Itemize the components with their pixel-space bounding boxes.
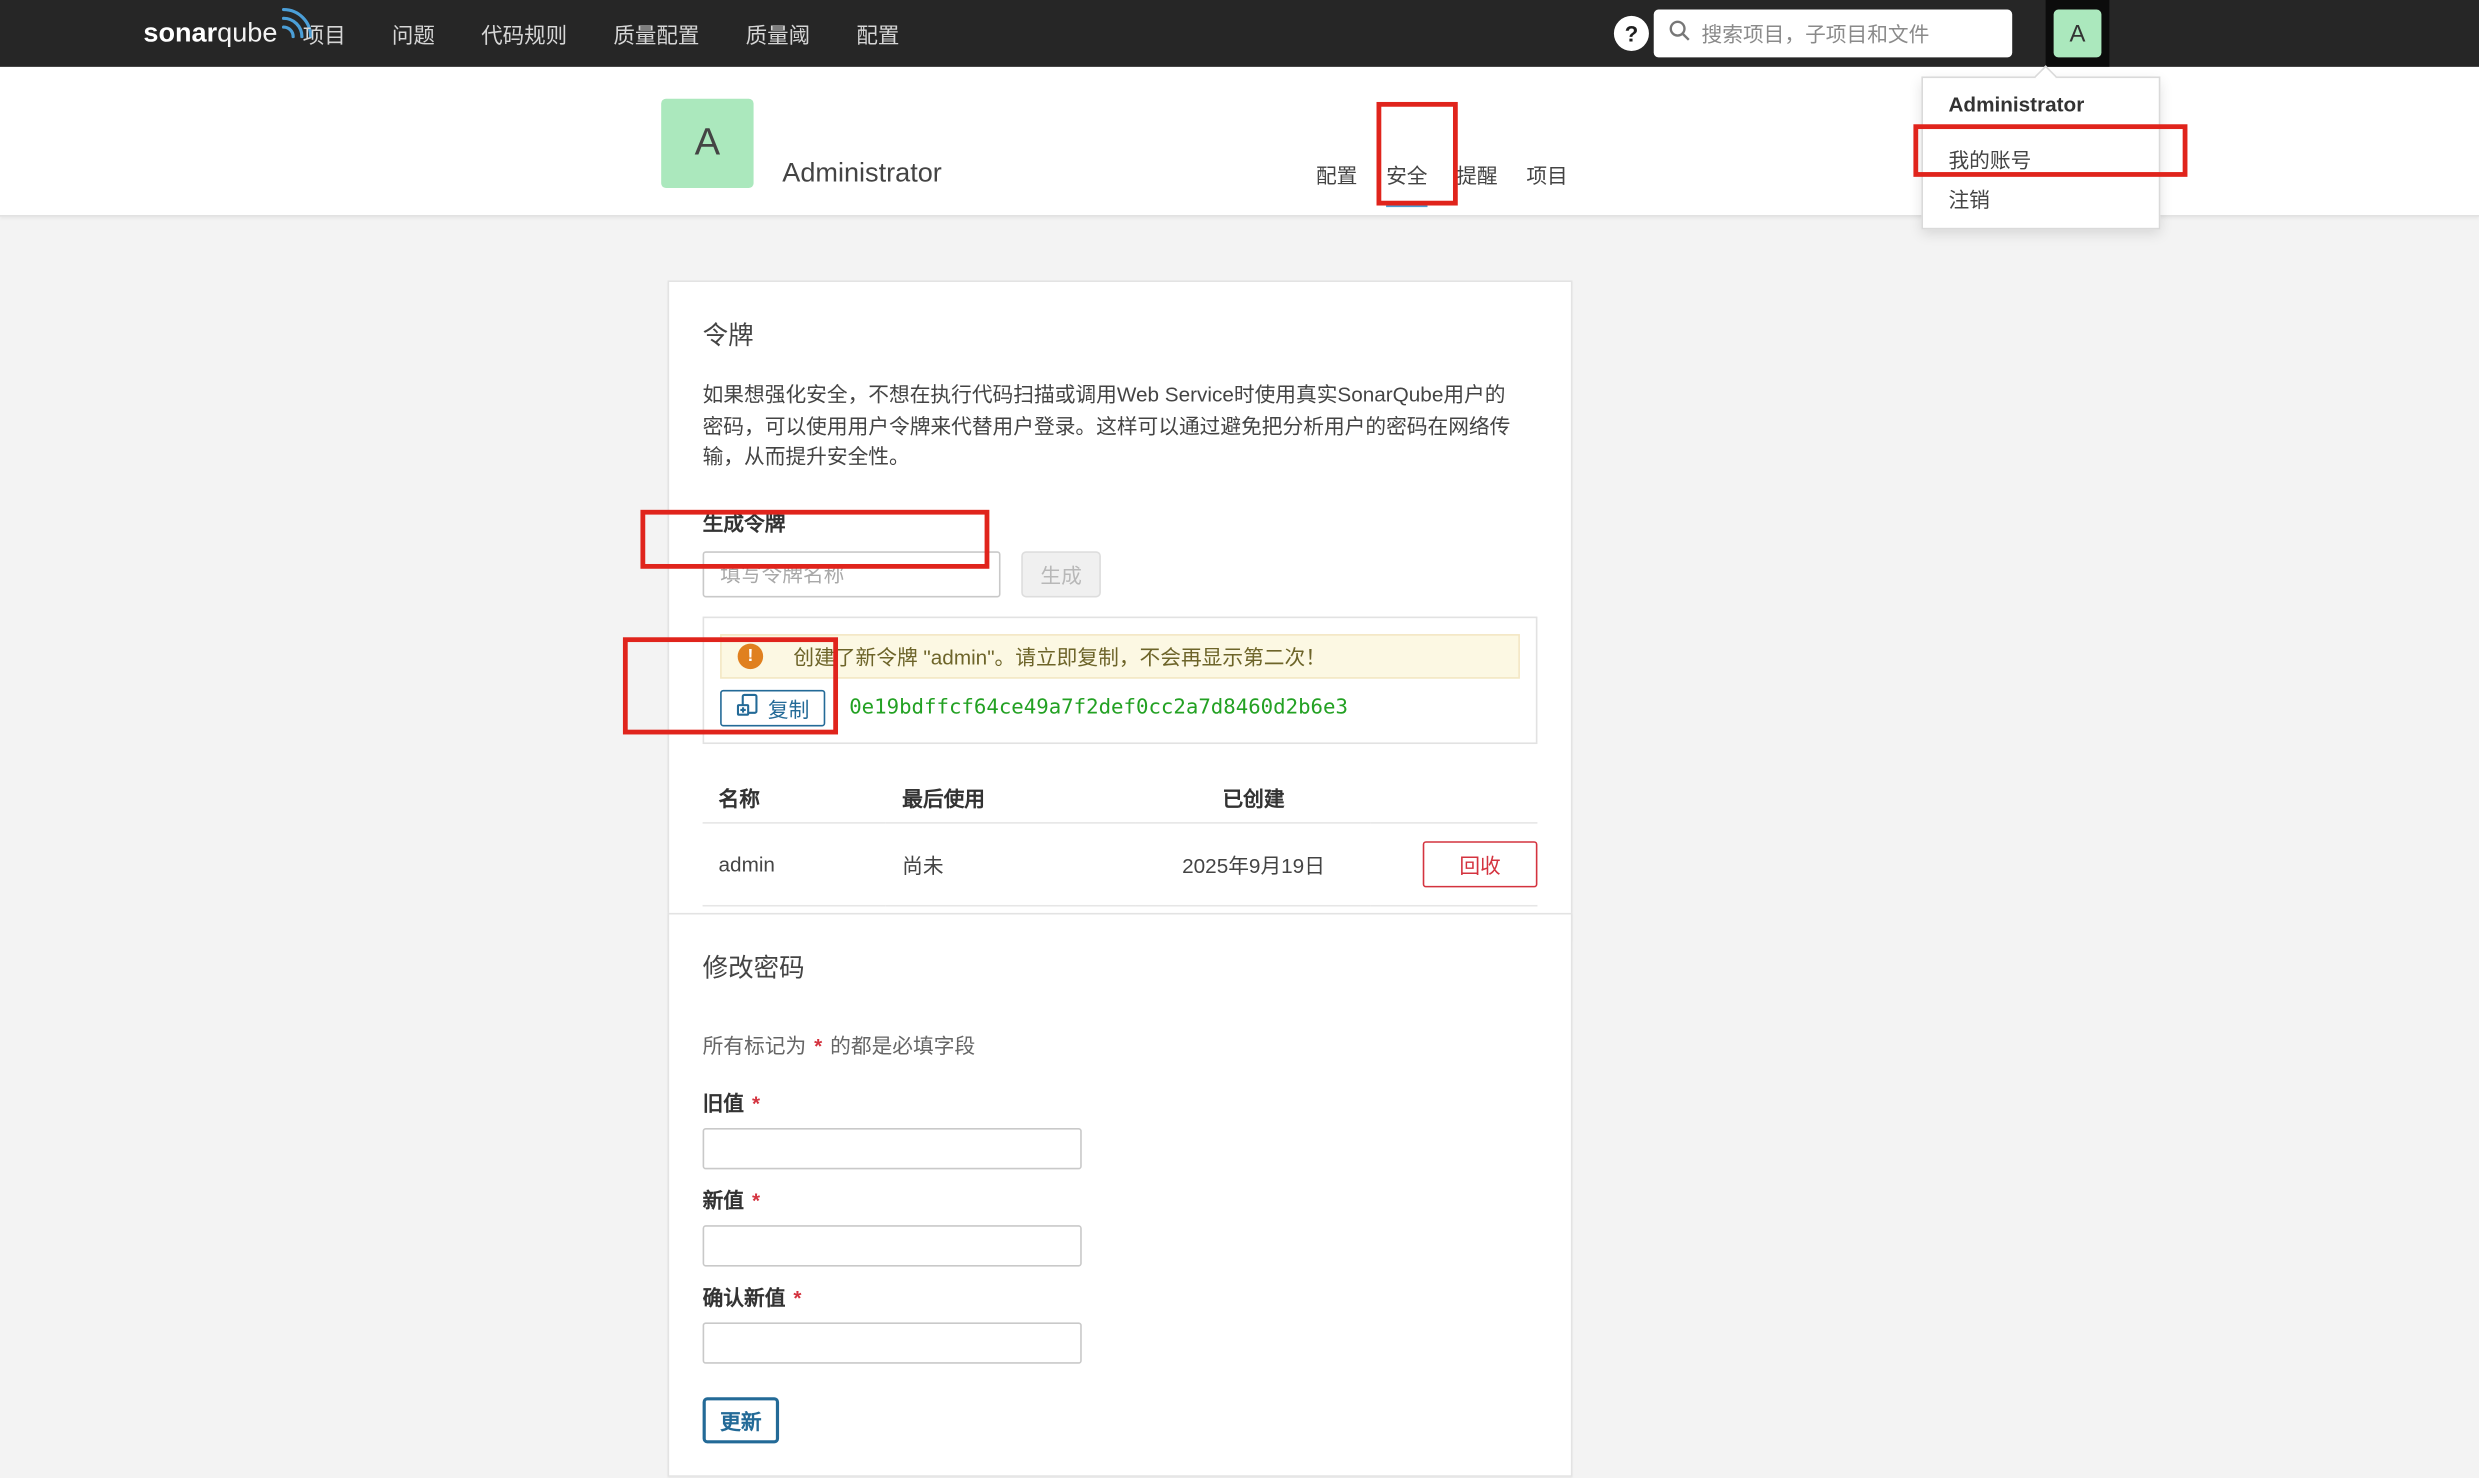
top-navbar: sonar qube 项目 问题 代码规则 质量配置 质量阈 配置 ? 搜索项目… bbox=[0, 0, 2479, 67]
help-icon[interactable]: ? bbox=[1613, 15, 1649, 51]
new-token-panel: ! 创建了新令牌 "admin"。请立即复制，不会再显示第二次！ 复制 0e19… bbox=[702, 615, 1538, 744]
required-star: * bbox=[752, 1091, 761, 1116]
profile-avatar: A bbox=[661, 98, 754, 188]
generate-token-label: 生成令牌 bbox=[702, 510, 786, 535]
search-icon bbox=[1668, 18, 1690, 48]
page-title: Administrator bbox=[782, 157, 942, 188]
user-menu-trigger[interactable]: A bbox=[2045, 0, 2110, 67]
generate-button[interactable]: 生成 bbox=[1021, 550, 1101, 597]
tab-notifications[interactable]: 提醒 bbox=[1456, 159, 1497, 207]
new-password-label: 新值 * bbox=[703, 1184, 1538, 1214]
confirm-password-label-text: 确认新值 bbox=[702, 1285, 786, 1310]
tokens-card: 令牌 如果想强化安全，不想在执行代码扫描或调用Web Service时使用真实S… bbox=[667, 280, 1573, 940]
copy-button[interactable]: 复制 bbox=[720, 689, 826, 726]
nav-item-projects[interactable]: 项目 bbox=[303, 18, 346, 50]
required-star: * bbox=[752, 1188, 761, 1213]
menu-item-logout[interactable]: 注销 bbox=[1923, 178, 2159, 218]
note-prefix: 所有标记为 bbox=[702, 1033, 807, 1058]
page: sonar qube 项目 问题 代码规则 质量配置 质量阈 配置 ? 搜索项目… bbox=[0, 0, 2479, 1478]
old-password-field: 旧值 * bbox=[702, 1087, 1538, 1170]
confirm-password-field: 确认新值 * bbox=[702, 1281, 1538, 1364]
new-password-label-text: 新值 bbox=[702, 1188, 745, 1213]
nav-item-administration[interactable]: 配置 bbox=[856, 18, 899, 50]
tokens-table: 名称 最后使用 已创建 admin 尚未 2025年9月19日 回收 bbox=[702, 771, 1538, 906]
copy-icon bbox=[736, 693, 758, 722]
confirm-password-label: 确认新值 * bbox=[703, 1281, 1538, 1311]
required-star: * bbox=[793, 1285, 802, 1310]
token-name-input[interactable] bbox=[702, 550, 1001, 597]
global-search bbox=[1653, 9, 2013, 58]
new-password-field: 新值 * bbox=[702, 1184, 1538, 1267]
required-star: * bbox=[814, 1033, 823, 1058]
generate-token-row: 生成 bbox=[702, 550, 1538, 597]
token-created-alert: ! 创建了新令牌 "admin"。请立即复制，不会再显示第二次！ bbox=[720, 633, 1520, 678]
note-suffix: 的都是必填字段 bbox=[830, 1033, 976, 1058]
col-header-last-used: 最后使用 bbox=[886, 771, 1137, 823]
col-header-created: 已创建 bbox=[1136, 771, 1371, 823]
profile-tabs: 配置 安全 提醒 项目 bbox=[1316, 159, 1568, 208]
token-action-cell: 回收 bbox=[1370, 822, 1538, 906]
tokens-description: 如果想强化安全，不想在执行代码扫描或调用Web Service时使用真实Sona… bbox=[702, 382, 1511, 469]
copy-button-label: 复制 bbox=[767, 697, 810, 721]
nav-item-issues[interactable]: 问题 bbox=[392, 18, 435, 50]
nav-item-rules[interactable]: 代码规则 bbox=[481, 18, 567, 50]
col-header-name: 名称 bbox=[702, 771, 887, 823]
tokens-table-header-row: 名称 最后使用 已创建 bbox=[702, 771, 1538, 823]
old-password-label-text: 旧值 bbox=[702, 1091, 745, 1116]
main-nav: 项目 问题 代码规则 质量配置 质量阈 配置 bbox=[303, 0, 900, 67]
tab-security[interactable]: 安全 bbox=[1386, 159, 1428, 208]
change-password-title: 修改密码 bbox=[702, 955, 805, 983]
user-dropdown: Administrator 我的账号 注销 bbox=[1921, 65, 2161, 230]
token-created-message: 创建了新令牌 "admin"。请立即复制，不会再显示第二次！ bbox=[793, 645, 1326, 670]
confirm-password-input[interactable] bbox=[702, 1322, 1082, 1364]
tokens-title: 令牌 bbox=[702, 323, 754, 351]
token-value: 0e19bdffcf64ce49a7f2def0cc2a7d8460d2b6e3 bbox=[849, 695, 1348, 720]
nav-item-quality-profiles[interactable]: 质量配置 bbox=[613, 18, 699, 50]
logo-text-bold: sonar bbox=[143, 17, 218, 48]
token-created-cell: 2025年9月19日 bbox=[1136, 822, 1371, 906]
avatar: A bbox=[2053, 9, 2102, 58]
search-input[interactable] bbox=[1701, 21, 1998, 46]
col-header-actions bbox=[1370, 771, 1538, 823]
tab-profile[interactable]: 配置 bbox=[1316, 159, 1357, 207]
required-fields-note: 所有标记为 * 的都是必填字段 bbox=[703, 1029, 1538, 1059]
old-password-input[interactable] bbox=[702, 1127, 1082, 1170]
new-password-input[interactable] bbox=[702, 1225, 1082, 1267]
nav-item-quality-gates[interactable]: 质量阈 bbox=[746, 18, 811, 50]
change-password-card: 修改密码 所有标记为 * 的都是必填字段 旧值 * 新值 * 确认新值 * 更新 bbox=[667, 912, 1573, 1477]
token-last-used-cell: 尚未 bbox=[886, 822, 1137, 906]
logo-text-light: qube bbox=[217, 17, 278, 48]
dropdown-user-name: Administrator bbox=[1948, 92, 2085, 117]
update-button[interactable]: 更新 bbox=[702, 1397, 780, 1444]
sonarqube-logo[interactable]: sonar qube bbox=[143, 0, 313, 67]
warning-icon: ! bbox=[737, 642, 764, 669]
menu-item-my-account[interactable]: 我的账号 bbox=[1923, 139, 2159, 179]
revoke-button[interactable]: 回收 bbox=[1422, 840, 1538, 887]
tab-projects[interactable]: 项目 bbox=[1526, 159, 1567, 207]
token-name-cell: admin bbox=[702, 822, 887, 906]
old-password-label: 旧值 * bbox=[703, 1087, 1538, 1117]
copy-token-row: 复制 0e19bdffcf64ce49a7f2def0cc2a7d8460d2b… bbox=[720, 689, 1520, 726]
table-row: admin 尚未 2025年9月19日 回收 bbox=[702, 822, 1538, 906]
